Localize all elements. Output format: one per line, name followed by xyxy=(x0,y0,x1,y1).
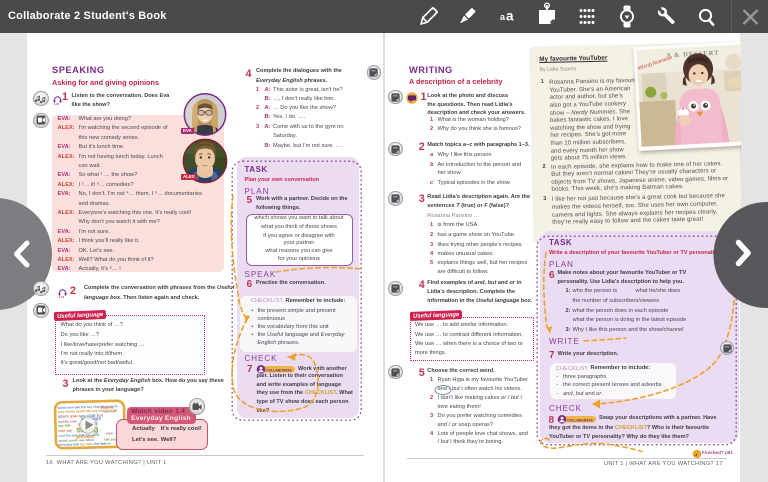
svg-text:a: a xyxy=(506,9,514,24)
